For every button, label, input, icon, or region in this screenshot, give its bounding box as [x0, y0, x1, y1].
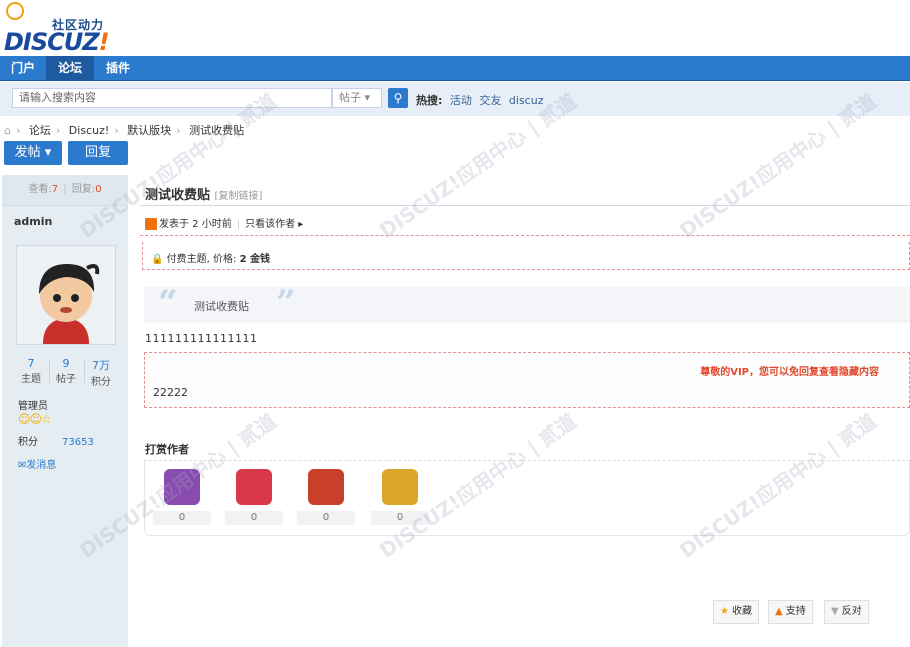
- breadcrumb-item[interactable]: 论坛: [29, 124, 51, 137]
- oppose-button[interactable]: ▼ 反对: [824, 600, 869, 624]
- thumbs-up-icon: ▲: [775, 606, 783, 617]
- search-bar: 请输入搜索内容 帖子 ▾ ⚲ 热搜: 活动 交友 discuz: [0, 82, 910, 116]
- gift-car-icon: [236, 469, 272, 505]
- breadcrumb-item[interactable]: 默认版块: [127, 124, 171, 137]
- reward-title: 打赏作者: [145, 443, 189, 456]
- send-message-link[interactable]: ✉发消息: [18, 456, 56, 471]
- avatar[interactable]: [16, 245, 116, 345]
- search-type-select[interactable]: 帖子 ▾: [332, 88, 382, 108]
- home-icon[interactable]: ⌂: [4, 124, 11, 137]
- author-sidebar: 查看:7 | 回复:0 admin 7 主题 9 帖子 7万 积分 管理员 ☺☺☆ 积…: [2, 175, 128, 647]
- gift-item[interactable]: 0: [153, 469, 211, 525]
- gift-rocket-icon: [308, 469, 344, 505]
- hot-tag[interactable]: 交友: [479, 94, 501, 107]
- post-meta: 发表于 2 小时前 | 只看该作者 ▸: [145, 215, 303, 230]
- lock-icon: 🔒: [151, 254, 164, 265]
- hidden-content-box: 尊敬的VIP，您可以免回复查看隐藏内容 22222: [144, 352, 910, 408]
- star-icon: ★: [720, 606, 729, 617]
- hidden-value: 22222: [153, 386, 188, 399]
- gift-book-icon: [164, 469, 200, 505]
- site-logo[interactable]: 社区动力 DISCUZ!: [4, 2, 114, 56]
- user-icon: [145, 218, 157, 230]
- user-group[interactable]: 管理员: [18, 397, 48, 412]
- support-button[interactable]: ▲ 支持: [768, 600, 813, 624]
- thread-title: 测试收费贴 [复制链接]: [145, 188, 263, 203]
- nav-item-portal[interactable]: 门户: [4, 56, 42, 80]
- bulb-icon: [6, 2, 24, 20]
- logo-brand: DISCUZ!: [4, 28, 110, 56]
- post-quote: “ 测试收费贴 ”: [144, 283, 910, 323]
- favorite-button[interactable]: ★ 收藏: [713, 600, 759, 624]
- copy-link[interactable]: [复制链接]: [215, 191, 263, 202]
- breadcrumb-item[interactable]: Discuz!: [69, 124, 109, 137]
- quote-open-icon: “: [158, 283, 178, 323]
- reward-box: 0 0 0 0: [144, 460, 910, 536]
- hot-search-label: 热搜:: [416, 94, 443, 107]
- nav-item-plugin[interactable]: 插件: [98, 56, 138, 80]
- quote-close-icon: ”: [276, 283, 296, 323]
- breadcrumb: ⌂ › 论坛 › Discuz! › 默认版块 › 测试收费贴: [4, 124, 245, 137]
- new-post-button[interactable]: 发帖 ▾: [4, 141, 62, 165]
- gift-treasure-icon: [382, 469, 418, 505]
- thumbs-down-icon: ▼: [831, 606, 839, 617]
- stat-credits[interactable]: 7万 积分: [84, 357, 118, 388]
- reply-button[interactable]: 回复: [68, 141, 128, 165]
- nav-item-forum[interactable]: 论坛: [46, 56, 94, 80]
- gift-item[interactable]: 0: [225, 469, 283, 525]
- avatar-image: [17, 246, 115, 344]
- stat-threads[interactable]: 7 主题: [14, 357, 48, 385]
- view-reply-count: 查看:7 | 回复:0: [2, 175, 128, 206]
- post-content: 111111111111111: [145, 332, 258, 345]
- paid-notice: 🔒 付费主题, 价格: 2 金钱: [142, 242, 910, 270]
- search-icon: ⚲: [393, 91, 403, 105]
- stat-posts[interactable]: 9 帖子: [49, 357, 83, 385]
- hot-tag[interactable]: discuz: [509, 94, 544, 107]
- hot-search: 热搜: 活动 交友 discuz: [416, 92, 543, 108]
- score: 积分 73653: [18, 437, 94, 448]
- only-author-link[interactable]: 只看该作者 ▸: [245, 219, 303, 230]
- gift-item[interactable]: 0: [297, 469, 355, 525]
- author-name[interactable]: admin: [14, 215, 52, 228]
- hidden-note: 尊敬的VIP，您可以免回复查看隐藏内容: [700, 367, 879, 378]
- search-button[interactable]: ⚲: [388, 88, 408, 108]
- search-input[interactable]: 请输入搜索内容: [12, 88, 332, 108]
- hot-tag[interactable]: 活动: [450, 94, 472, 107]
- gift-item[interactable]: 0: [371, 469, 429, 525]
- medal-icons: ☺☺☆: [18, 412, 52, 426]
- breadcrumb-item[interactable]: 测试收费贴: [189, 124, 244, 137]
- main-nav: 门户 论坛 插件: [0, 56, 910, 81]
